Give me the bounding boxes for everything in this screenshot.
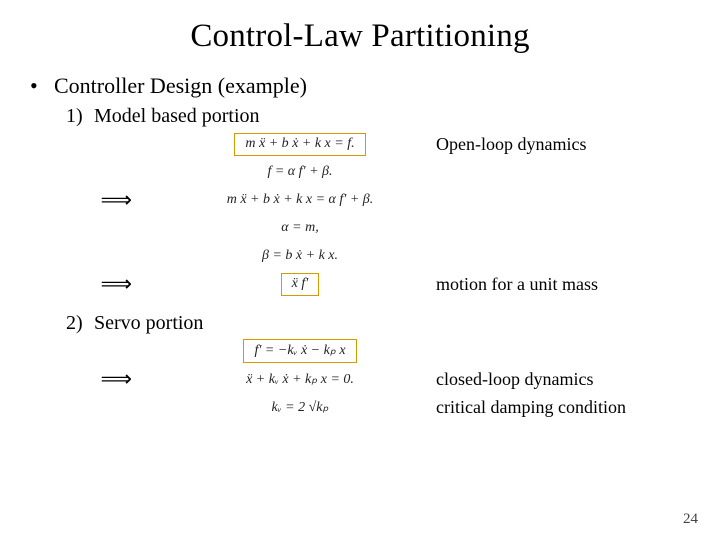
page-title: Control-Law Partitioning [30, 18, 690, 55]
bullet-text: Controller Design (example) [54, 73, 307, 99]
equation-servo-law: f′ = −kᵥ ẋ − kₚ x [243, 339, 356, 363]
eq-row-1: m ẍ + b ẋ + k x = f. Open-loop dynamics [30, 132, 690, 156]
equation-open-loop: m ẍ + b ẋ + k x = f. [234, 133, 365, 156]
eq-row-6: ⟹ ẍ f′ motion for a unit mass [30, 272, 690, 296]
equation-control-law: f = α f′ + β. [267, 164, 332, 180]
arrow-icon: ⟹ [100, 273, 130, 295]
section-label: Servo portion [94, 312, 203, 335]
equation-beta: β = b ẋ + k x. [262, 248, 338, 264]
section-model-based: 1) Model based portion [66, 105, 690, 128]
eq-row-7: f′ = −kᵥ ẋ − kₚ x [30, 339, 690, 363]
arrow-icon: ⟹ [100, 368, 130, 390]
eq-row-9: kᵥ = 2 √kₚ critical damping condition [30, 395, 690, 419]
label-open-loop: Open-loop dynamics [430, 134, 690, 155]
bullet-dot: • [30, 73, 54, 99]
eq-row-3: ⟹ m ẍ + b ẋ + k x = α f′ + β. [30, 188, 690, 212]
eq-row-2: f = α f′ + β. [30, 160, 690, 184]
equation-closed-loop: ẍ + kᵥ ẋ + kₚ x = 0. [246, 371, 354, 388]
equation-substituted: m ẍ + b ẋ + k x = α f′ + β. [227, 192, 374, 208]
page-number: 24 [683, 511, 698, 528]
label-critical-damping: critical damping condition [430, 397, 690, 418]
section-number: 2) [66, 312, 94, 335]
label-closed-loop: closed-loop dynamics [430, 369, 690, 390]
equation-critical-damping: kᵥ = 2 √kₚ [272, 399, 329, 416]
equation-unit-mass: ẍ f′ [281, 273, 320, 296]
section-servo: 2) Servo portion [66, 312, 690, 335]
eq-row-4: α = m, [30, 216, 690, 240]
bullet-controller-design: • Controller Design (example) [30, 73, 690, 99]
section-number: 1) [66, 105, 94, 128]
eq-row-8: ⟹ ẍ + kᵥ ẋ + kₚ x = 0. closed-loop dynam… [30, 367, 690, 391]
label-unit-mass: motion for a unit mass [430, 274, 690, 295]
eq-row-5: β = b ẋ + k x. [30, 244, 690, 268]
slide: Control-Law Partitioning • Controller De… [0, 0, 720, 540]
arrow-icon: ⟹ [100, 189, 130, 211]
section-label: Model based portion [94, 105, 260, 128]
equation-alpha: α = m, [281, 220, 318, 236]
